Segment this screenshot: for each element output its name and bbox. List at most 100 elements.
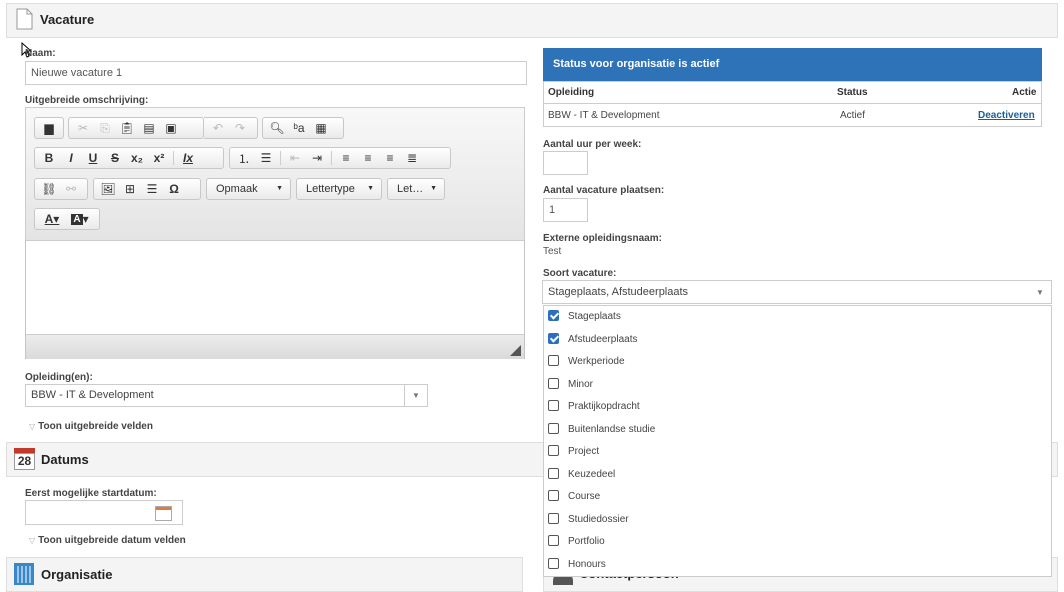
soort-option[interactable]: Portfolio xyxy=(543,532,1052,554)
toolbar-group-clipboard: ✂ ⎘ 📋︎ ▤ ▣ xyxy=(68,117,204,139)
undo-icon[interactable]: ↶ xyxy=(207,119,229,137)
soort-option[interactable]: Course xyxy=(543,487,1052,509)
soort-option-label: Keuzedeel xyxy=(568,468,616,480)
toon-datum-velden-label: Toon uitgebreide datum velden xyxy=(38,535,186,546)
soort-option[interactable]: Afstudeerplaats xyxy=(543,330,1052,352)
size-combo[interactable]: Let… ▼ xyxy=(387,178,445,200)
organisatie-section-title: Organisatie xyxy=(41,567,113,582)
checkbox-icon[interactable] xyxy=(548,512,559,524)
underline-icon[interactable]: U xyxy=(82,149,104,167)
opleidingen-select[interactable]: BBW - IT & Development ▼ xyxy=(25,384,428,407)
soort-option-label: Studiedossier xyxy=(568,513,629,525)
checkbox-icon[interactable] xyxy=(548,467,559,479)
row-status-cell: Actief xyxy=(840,110,866,121)
opleidingen-label: Opleiding(en): xyxy=(25,372,93,383)
resize-handle-icon[interactable] xyxy=(510,345,521,359)
date-picker-icon[interactable] xyxy=(155,506,172,521)
plaatsen-label: Aantal vacature plaatsen: xyxy=(543,185,665,196)
subscript-icon[interactable]: x₂ xyxy=(126,149,148,167)
font-combo[interactable]: Lettertype ▼ xyxy=(296,178,382,200)
link-icon[interactable]: ⛓ xyxy=(38,180,60,198)
checkbox-icon[interactable] xyxy=(548,422,559,434)
soort-option[interactable]: Stageplaats xyxy=(543,307,1052,329)
justify-icon[interactable]: ≣ xyxy=(401,149,423,167)
soort-option[interactable]: Honours xyxy=(543,555,1052,577)
align-right-icon[interactable]: ≡ xyxy=(379,149,401,167)
deactiveren-link[interactable]: Deactiveren xyxy=(978,110,1035,121)
redo-icon[interactable]: ↷ xyxy=(229,119,251,137)
calendar-icon-text: 28 xyxy=(14,453,35,470)
align-center-icon[interactable]: ≡ xyxy=(357,149,379,167)
copy-icon[interactable]: ⎘ xyxy=(94,119,116,137)
toon-datum-velden-toggle[interactable]: ▽ Toon uitgebreide datum velden xyxy=(29,535,186,546)
horizontal-rule-icon[interactable]: ☰ xyxy=(141,180,163,198)
toon-velden-label: Toon uitgebreide velden xyxy=(38,421,153,432)
naam-input[interactable]: Nieuwe vacature 1 xyxy=(25,61,527,85)
paste-word-icon[interactable]: ▣ xyxy=(160,119,182,137)
numbered-list-icon[interactable]: ⒈ xyxy=(233,149,255,167)
vacature-section-title: Vacature xyxy=(40,12,95,27)
soort-option[interactable]: Minor xyxy=(543,375,1052,397)
chevron-down-icon: ▼ xyxy=(430,185,437,192)
paste-icon[interactable]: 📋︎ xyxy=(116,119,138,137)
checkbox-checked-icon[interactable] xyxy=(548,332,559,344)
plaatsen-input[interactable]: 1 xyxy=(543,198,588,222)
extern-label: Externe opleidingsnaam: xyxy=(543,233,662,244)
editor-content-area[interactable] xyxy=(26,241,524,334)
image-icon[interactable]: 🖼︎ xyxy=(97,180,119,198)
checkbox-checked-icon[interactable] xyxy=(548,310,559,321)
paste-text-icon[interactable]: ▤ xyxy=(138,119,160,137)
soort-option[interactable]: Studiedossier xyxy=(543,510,1052,532)
soort-option-label: Honours xyxy=(568,558,606,570)
checkbox-icon[interactable] xyxy=(548,445,559,456)
bold-icon[interactable]: B xyxy=(38,149,60,167)
soort-value: Stageplaats, Afstudeerplaats xyxy=(548,286,689,298)
checkbox-icon[interactable] xyxy=(548,490,559,501)
superscript-icon[interactable]: x² xyxy=(148,149,170,167)
soort-option[interactable]: Werkperiode xyxy=(543,352,1052,374)
bullet-list-icon[interactable]: ☰ xyxy=(255,149,277,167)
checkbox-icon[interactable] xyxy=(548,557,559,569)
startdatum-label: Eerst mogelijke startdatum: xyxy=(25,488,157,499)
remove-format-icon[interactable]: Ix xyxy=(177,149,199,167)
format-combo[interactable]: Opmaak ▼ xyxy=(206,178,291,200)
toolbar-group-print: ▆ xyxy=(34,117,64,139)
toolbar-group-basicstyles: B I U S x₂ x² Ix xyxy=(34,147,224,169)
strike-icon[interactable]: S xyxy=(104,149,126,167)
print-icon[interactable]: ▆ xyxy=(38,119,60,137)
select-all-icon[interactable]: ▦ xyxy=(310,119,332,137)
italic-icon[interactable]: I xyxy=(60,149,82,167)
checkbox-icon[interactable] xyxy=(548,355,559,366)
vacature-section-header xyxy=(6,3,1058,38)
soort-option-label: Buitenlandse studie xyxy=(568,423,656,435)
uur-input[interactable] xyxy=(543,151,588,175)
document-icon xyxy=(16,8,33,30)
soort-option[interactable]: Keuzedeel xyxy=(543,465,1052,487)
naam-label: Naam: xyxy=(25,48,56,59)
special-char-icon[interactable]: Ω xyxy=(163,180,185,198)
toolbar-group-find: 🔍︎ ᵇa ▦ xyxy=(262,117,344,139)
outdent-icon[interactable]: ⇤ xyxy=(284,149,306,167)
soort-option[interactable]: Praktijkopdracht xyxy=(543,397,1052,419)
replace-icon[interactable]: ᵇa xyxy=(288,119,310,137)
soort-select[interactable]: Stageplaats, Afstudeerplaats ▼ xyxy=(542,280,1052,304)
col-actie-header: Actie xyxy=(1012,87,1037,98)
find-icon[interactable]: 🔍︎ xyxy=(266,119,288,137)
cut-icon[interactable]: ✂ xyxy=(72,119,94,137)
triangle-down-icon: ▽ xyxy=(29,536,36,545)
checkbox-icon[interactable] xyxy=(548,535,559,546)
checkbox-icon[interactable] xyxy=(548,377,559,389)
toon-velden-toggle[interactable]: ▽ Toon uitgebreide velden xyxy=(29,421,153,432)
align-left-icon[interactable]: ≡ xyxy=(335,149,357,167)
text-color-icon[interactable]: A▾ xyxy=(38,210,66,228)
table-icon[interactable]: ⊞ xyxy=(119,180,141,198)
background-color-icon[interactable]: A ▾ xyxy=(66,210,94,228)
soort-option[interactable]: Project xyxy=(543,442,1052,464)
soort-option[interactable]: Buitenlandse studie xyxy=(543,420,1052,442)
indent-icon[interactable]: ⇥ xyxy=(306,149,328,167)
chevron-down-icon: ▼ xyxy=(404,385,427,406)
checkbox-icon[interactable] xyxy=(548,400,559,411)
omschrijving-label: Uitgebreide omschrijving: xyxy=(25,95,149,106)
unlink-icon[interactable]: ⚯ xyxy=(60,180,82,198)
chevron-down-icon: ▼ xyxy=(1036,287,1044,297)
